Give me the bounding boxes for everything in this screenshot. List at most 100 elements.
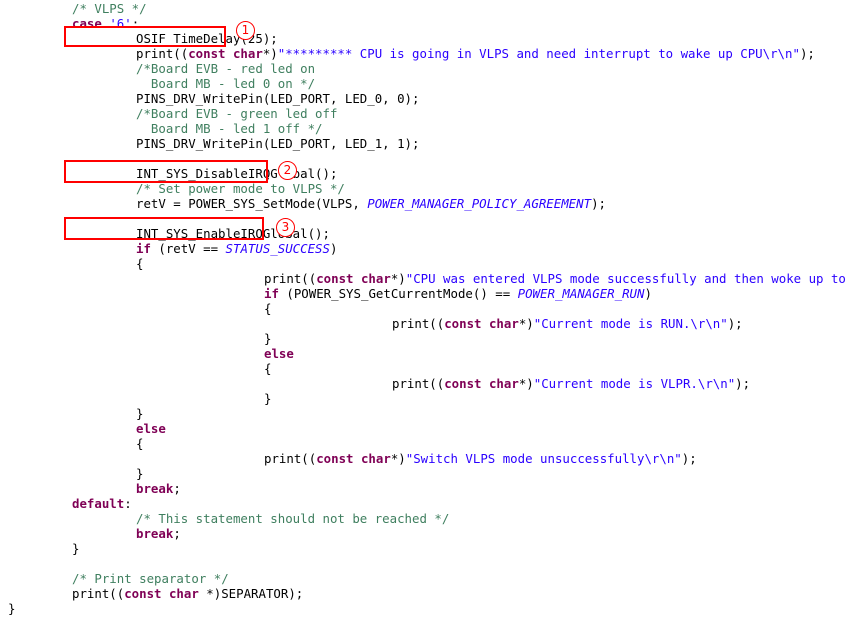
annotation-marker-1: 1 [236, 21, 255, 40]
code-token-kw: const char [316, 271, 391, 286]
code-line: PINS_DRV_WritePin(LED_PORT, LED_1, 1); [0, 136, 853, 151]
code-token-plain: { [264, 361, 272, 376]
code-token-kw: case [72, 16, 102, 31]
code-token-plain: PINS_DRV_WritePin(LED_PORT, LED_1, 1); [136, 136, 420, 151]
code-line: } [0, 391, 853, 406]
code-token-str: "CPU was entered VLPS mode successfully … [405, 271, 846, 286]
code-line: /* Set power mode to VLPS */ [0, 181, 853, 196]
code-token-plain: { [136, 256, 144, 271]
code-line: print((const char*)"Current mode is RUN.… [0, 316, 853, 331]
code-token-plain: OSIF_TimeDelay(25); [136, 31, 278, 46]
code-line: /*Board EVB - green led off [0, 106, 853, 121]
code-token-cmt: /*Board EVB - red led on [136, 61, 316, 76]
code-line: /* Print separator */ [0, 571, 853, 586]
code-token-macro: POWER_MANAGER_RUN [517, 286, 645, 301]
code-line: case '6': [0, 16, 853, 31]
code-token-kw: if [136, 241, 151, 256]
code-line: } [0, 406, 853, 421]
code-token-kw: const char [316, 451, 391, 466]
code-token-plain: INT_SYS_EnableIRQGlobal(); [136, 226, 330, 241]
code-line: Board MB - led 1 off */ [0, 121, 853, 136]
code-token-kw: else [136, 421, 166, 436]
code-token-plain: (retV == [150, 241, 226, 256]
code-line: { [0, 301, 853, 316]
annotation-marker-2: 2 [278, 161, 297, 180]
code-token-plain: ); [727, 316, 743, 331]
code-token-str: "Current mode is VLPR.\r\n" [533, 376, 736, 391]
code-line: /*Board EVB - red led on [0, 61, 853, 76]
code-token-plain: *) [518, 316, 534, 331]
code-line: default: [0, 496, 853, 511]
code-token-kw: const char [444, 376, 519, 391]
code-line: if (POWER_SYS_GetCurrentMode() == POWER_… [0, 286, 853, 301]
code-token-kw: default [72, 496, 125, 511]
code-token-plain: ); [735, 376, 751, 391]
code-token-plain: print(( [72, 586, 125, 601]
code-token-plain: *) [262, 46, 278, 61]
code-line: retV = POWER_SYS_SetMode(VLPS, POWER_MAN… [0, 196, 853, 211]
code-token-plain: ; [173, 481, 181, 496]
code-line: print((const char*)"********* CPU is goi… [0, 46, 853, 61]
code-token-plain: *) [518, 376, 534, 391]
code-line: { [0, 361, 853, 376]
code-token-kw: const char [444, 316, 519, 331]
code-token-plain: ); [799, 46, 815, 61]
code-token-cmt: Board MB - led 1 off */ [136, 121, 323, 136]
code-token-kw: else [264, 346, 294, 361]
code-token-cmt: /* This statement should not be reached … [136, 511, 450, 526]
code-token-plain: ) [644, 286, 652, 301]
code-line: break; [0, 481, 853, 496]
code-token-plain: PINS_DRV_WritePin(LED_PORT, LED_0, 0); [136, 91, 420, 106]
code-token-kw: const char [188, 46, 263, 61]
code-token-cmt: /* Print separator */ [72, 571, 229, 586]
code-token-macro: STATUS_SUCCESS [225, 241, 330, 256]
code-line: { [0, 436, 853, 451]
code-line: } [0, 466, 853, 481]
code-line: } [0, 331, 853, 346]
code-token-plain: print(( [264, 451, 317, 466]
code-line: else [0, 346, 853, 361]
code-line: print((const char*)"Switch VLPS mode uns… [0, 451, 853, 466]
code-line: INT_SYS_EnableIRQGlobal(); [0, 226, 853, 241]
code-token-plain: } [136, 406, 144, 421]
code-token-plain: { [264, 301, 272, 316]
code-line: break; [0, 526, 853, 541]
code-token-str: "Switch VLPS mode unsuccessfully\r\n" [405, 451, 682, 466]
code-token-plain: *) [390, 451, 406, 466]
code-token-plain: } [136, 466, 144, 481]
code-token-plain: } [264, 331, 272, 346]
code-token-str: "Current mode is RUN.\r\n" [533, 316, 728, 331]
code-token-plain: } [8, 601, 16, 616]
code-line: if (retV == STATUS_SUCCESS) [0, 241, 853, 256]
code-line: print((const char*)"Current mode is VLPR… [0, 376, 853, 391]
code-line: { [0, 256, 853, 271]
code-token-plain: } [72, 541, 80, 556]
code-token-plain: ); [591, 196, 606, 211]
code-token-plain: INT_SYS_DisableIRQGlobal(); [136, 166, 338, 181]
code-token-cmt: /*Board EVB - green led off [136, 106, 338, 121]
code-token-plain: : [124, 496, 132, 511]
code-token-plain: print(( [392, 316, 445, 331]
code-token-plain: print(( [136, 46, 189, 61]
code-token-plain: (POWER_SYS_GetCurrentMode() == [278, 286, 518, 301]
code-line: Board MB - led 0 on */ [0, 76, 853, 91]
code-line: print((const char*)"CPU was entered VLPS… [0, 271, 853, 286]
code-token-cmt: /* Set power mode to VLPS */ [136, 181, 345, 196]
code-token-plain: ) [329, 241, 338, 256]
code-line: /* VLPS */ [0, 1, 853, 16]
code-token-plain: ; [173, 526, 181, 541]
code-token-macro: POWER_MANAGER_POLICY_AGREEMENT [367, 196, 592, 211]
code-token-chr: '6' [109, 16, 132, 31]
code-token-kw: if [264, 286, 279, 301]
code-token-plain: ); [681, 451, 697, 466]
code-line: } [0, 541, 853, 556]
code-token-plain: : [131, 16, 140, 31]
code-token-plain: retV = POWER_SYS_SetMode(VLPS, [136, 196, 368, 211]
code-token-plain: } [264, 391, 272, 406]
source-code-block[interactable]: /* VLPS */case '6': OSIF_TimeDelay(25); pr… [0, 0, 853, 616]
code-token-plain: { [136, 436, 144, 451]
code-token-plain: *) [390, 271, 406, 286]
code-line: } [0, 601, 853, 616]
